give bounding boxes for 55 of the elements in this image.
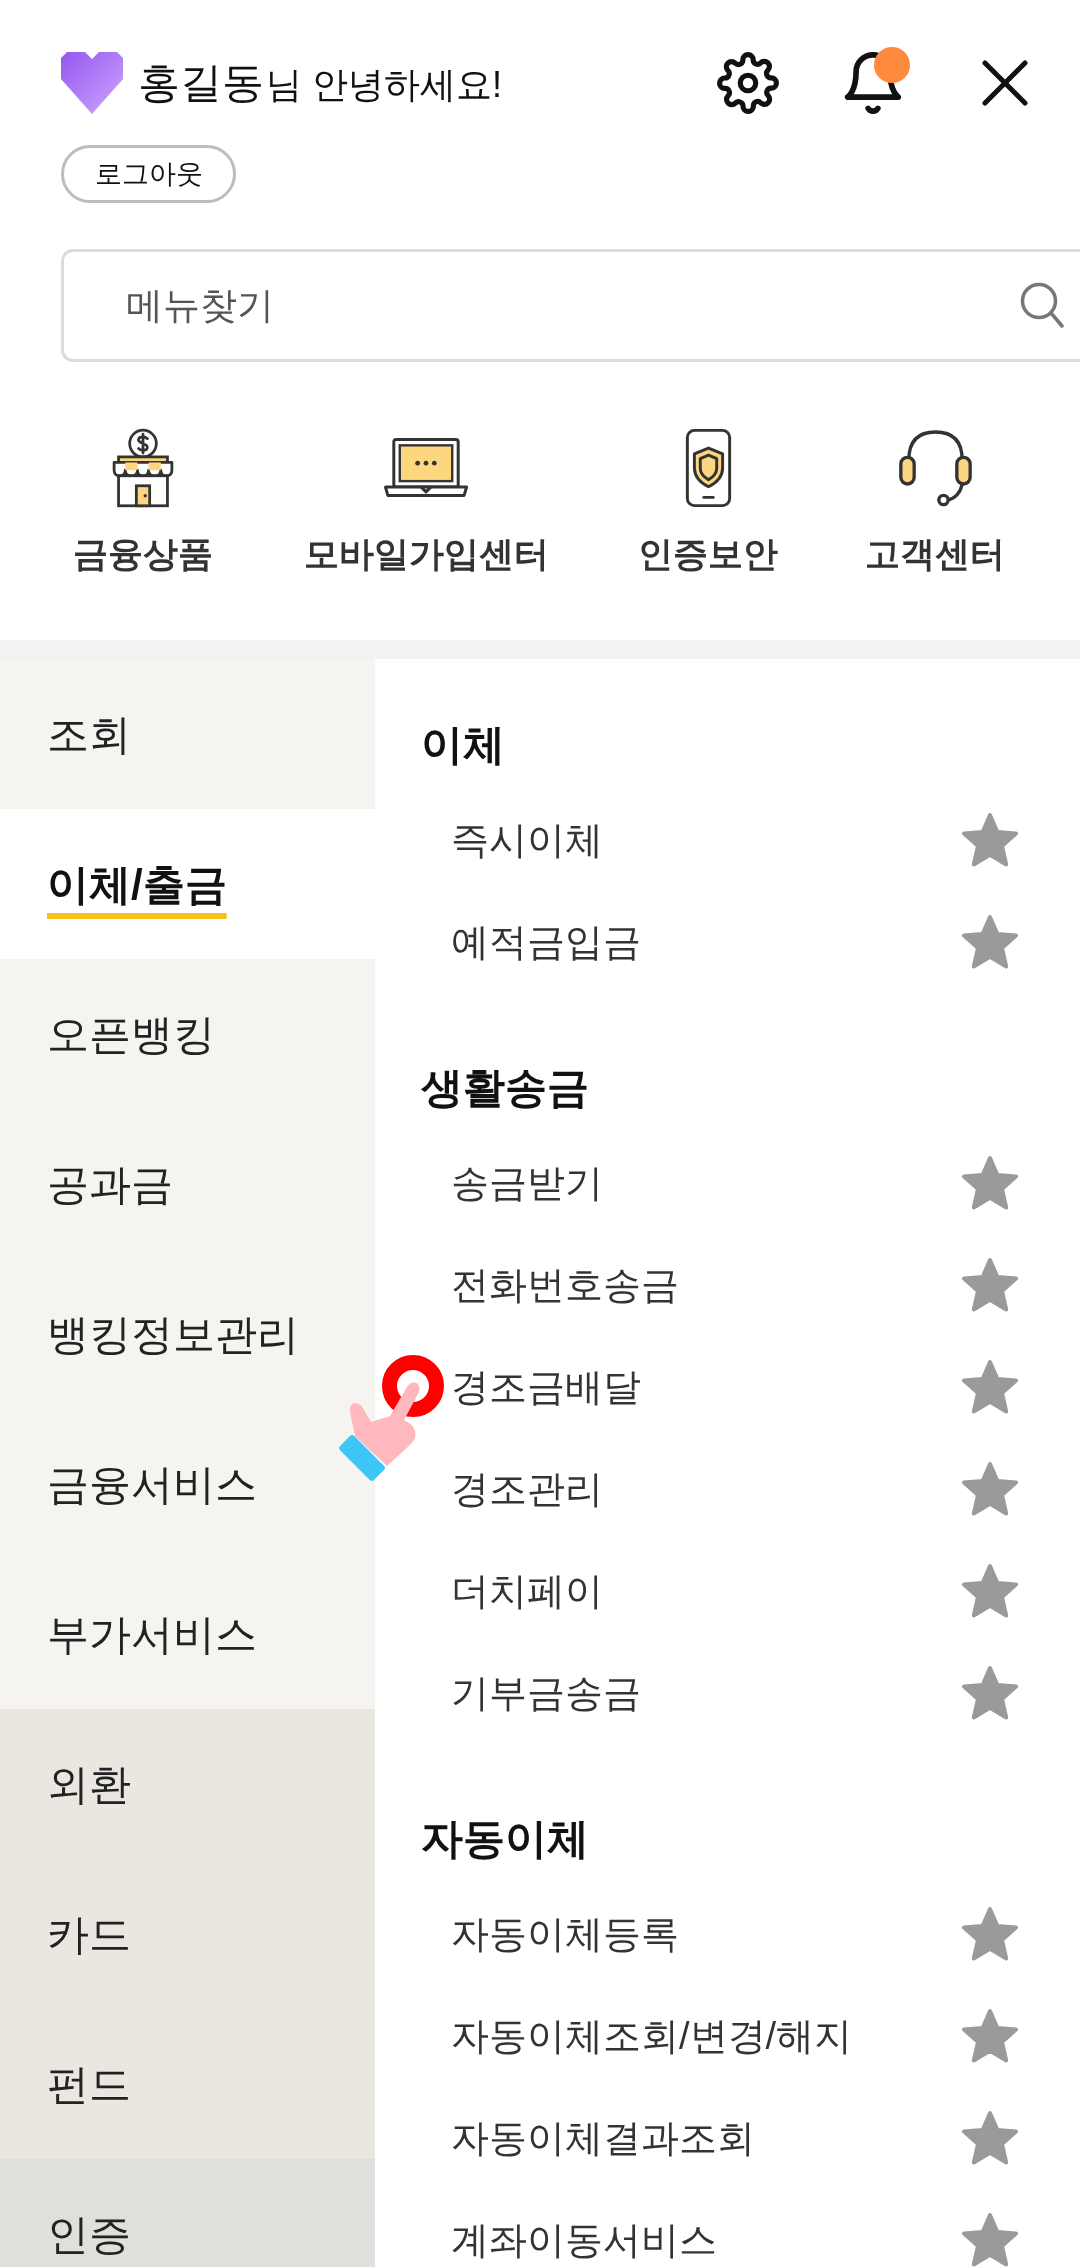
star-icon[interactable]: [961, 1257, 1019, 1313]
menu-link[interactable]: 예적금입금: [451, 913, 641, 971]
menu-link[interactable]: 더치페이: [451, 1562, 603, 1620]
sidebar-tab[interactable]: 외환: [0, 1709, 375, 1859]
quick-link-button[interactable]: 인증보안: [618, 428, 798, 576]
star-icon[interactable]: [961, 2008, 1019, 2064]
sidebar-tab[interactable]: 오픈뱅킹: [0, 959, 375, 1109]
section-title: 자동이체: [420, 1813, 590, 1864]
star-icon[interactable]: [961, 1461, 1019, 1517]
laptop-icon: [383, 437, 469, 499]
close-icon: [982, 60, 1028, 106]
star-icon[interactable]: [961, 2212, 1019, 2267]
menu-link[interactable]: 자동이체등록: [451, 1905, 679, 1963]
settings-button[interactable]: [717, 52, 779, 114]
greeting-text: 님 안녕하세요!: [266, 67, 502, 103]
section-title: 생활송금: [420, 1062, 590, 1113]
quick-link-button[interactable]: 모바일가입센터: [301, 428, 551, 576]
star-icon[interactable]: [961, 1155, 1019, 1211]
star-icon[interactable]: [961, 812, 1019, 868]
search-icon[interactable]: [1020, 282, 1064, 328]
sidebar-tab[interactable]: 뱅킹정보관리: [0, 1259, 375, 1409]
sidebar-tab[interactable]: 조회: [0, 659, 375, 809]
phone-shield-icon: [684, 428, 732, 508]
sidebar-tab[interactable]: 인증: [0, 2159, 375, 2267]
sidebar-tab[interactable]: 금융서비스: [0, 1409, 375, 1559]
logout-button[interactable]: 로그아웃: [61, 145, 236, 203]
menu-link[interactable]: 계좌이동서비스: [451, 2211, 717, 2267]
star-icon[interactable]: [961, 1359, 1019, 1415]
quick-link-button[interactable]: 고객센터: [850, 428, 1020, 576]
sidebar-tab[interactable]: 부가서비스: [0, 1559, 375, 1709]
menu-link[interactable]: 자동이체조회/변경/해지: [451, 2007, 853, 2065]
headset-icon: [897, 428, 973, 508]
star-icon[interactable]: [961, 1563, 1019, 1619]
star-icon[interactable]: [961, 914, 1019, 970]
settings-icon: [717, 52, 779, 114]
menu-link[interactable]: 경조금배달: [451, 1358, 641, 1416]
star-icon[interactable]: [961, 1906, 1019, 1962]
quick-link-button[interactable]: 금융상품: [40, 428, 246, 576]
sidebar-tab[interactable]: 공과금: [0, 1109, 375, 1259]
menu-link[interactable]: 경조관리: [451, 1460, 603, 1518]
user-name: 홍길동: [138, 62, 264, 104]
star-icon[interactable]: [961, 1665, 1019, 1721]
sidebar-tab[interactable]: 카드: [0, 1859, 375, 2009]
close-button[interactable]: [982, 60, 1028, 106]
menu-link[interactable]: 송금받기: [451, 1154, 603, 1212]
search-field[interactable]: 메뉴찾기: [61, 249, 1080, 362]
menu-link[interactable]: 기부금송금: [451, 1664, 641, 1722]
menu-link[interactable]: 전화번호송금: [451, 1256, 679, 1314]
menu-link[interactable]: 즉시이체: [451, 811, 603, 869]
heart-icon: [61, 52, 123, 114]
star-icon[interactable]: [961, 2110, 1019, 2166]
sidebar-tab[interactable]: 펀드: [0, 2009, 375, 2159]
tap-ring-icon: [382, 1355, 444, 1417]
menu-link[interactable]: 자동이체결과조회: [451, 2109, 755, 2167]
section-title: 이체: [420, 719, 506, 770]
